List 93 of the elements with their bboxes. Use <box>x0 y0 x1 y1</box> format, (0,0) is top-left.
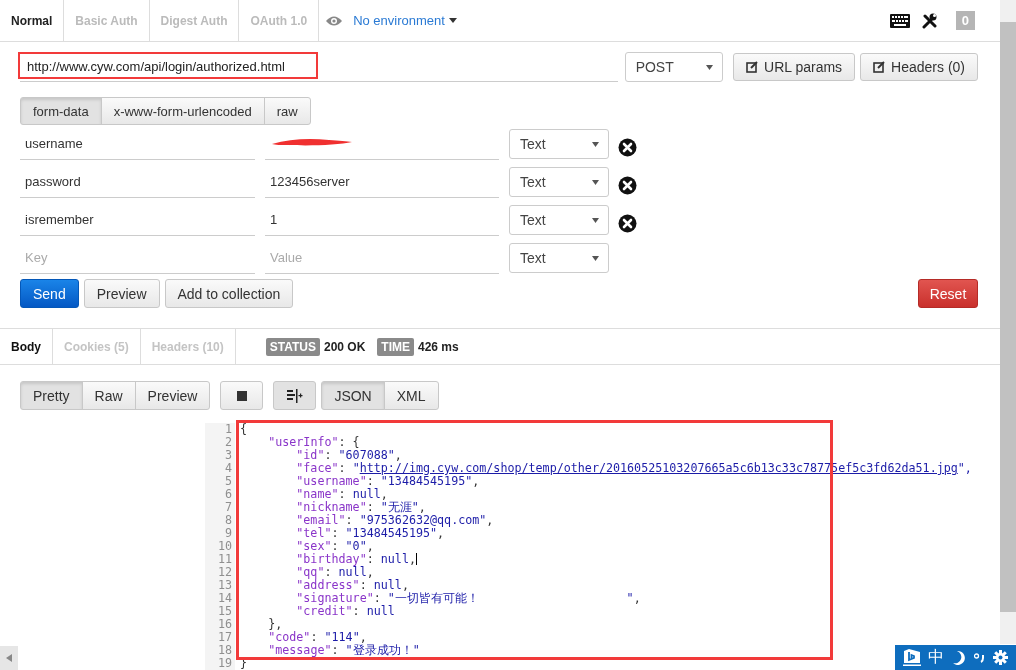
line-number: 8 <box>205 514 235 527</box>
body-mode-tab[interactable]: raw <box>263 97 311 125</box>
fullscreen-button[interactable] <box>220 381 264 410</box>
line-number: 3 <box>205 449 235 462</box>
status-text: 200 OK <box>323 339 366 354</box>
caret-icon <box>592 179 599 185</box>
code-line: "credit": null <box>295 605 395 618</box>
code-line: "username": "13484545195", <box>295 475 480 488</box>
type-dropdown[interactable]: Text <box>509 243 609 273</box>
code-line: "name": null, <box>295 488 388 501</box>
response-tab[interactable]: Body <box>0 329 53 364</box>
code-line: "email": "975362632@qq.com", <box>295 514 494 527</box>
line-number: 12 <box>205 566 235 579</box>
fullscreen-icon <box>235 389 248 402</box>
remove-icon[interactable] <box>618 137 637 157</box>
code-line: "qq": null, <box>295 566 374 579</box>
view-mode-tab[interactable]: Raw <box>81 381 136 410</box>
code-line: "address": null, <box>295 579 409 592</box>
scroll-left-button[interactable] <box>0 646 18 670</box>
line-number: 15 <box>205 605 235 618</box>
code-line: "message": "登录成功！" <box>267 644 420 657</box>
code-line: "sex": "0", <box>295 540 374 553</box>
format-tab[interactable]: XML <box>383 381 439 410</box>
line-number: 2 <box>205 436 235 449</box>
caret-icon <box>448 18 457 23</box>
remove-icon[interactable] <box>618 175 637 195</box>
wrap-lines-button[interactable] <box>273 381 317 410</box>
left-arrow-icon <box>6 654 12 662</box>
code-line: }, <box>267 618 283 631</box>
code-line: "id": "607088", <box>295 449 402 462</box>
line-number: 16 <box>205 618 235 631</box>
caret-icon <box>706 64 713 70</box>
caret-icon <box>592 255 599 261</box>
line-number: 7 <box>205 501 235 514</box>
code-line: "nickname": "无涯", <box>295 501 426 514</box>
input-mode-toggle[interactable]: 中 <box>928 647 945 668</box>
line-number: 14 <box>205 592 235 605</box>
line-number: 9 <box>205 527 235 540</box>
value-field[interactable]: 1 <box>265 204 499 236</box>
toolbar-button[interactable]: Add to collection <box>164 279 294 308</box>
type-dropdown[interactable]: Text <box>509 129 609 159</box>
send-button[interactable]: Send <box>20 279 79 308</box>
caret-icon <box>592 141 599 147</box>
code-line: "tel": "13484545195", <box>295 527 445 540</box>
line-number: 6 <box>205 488 235 501</box>
key-field[interactable]: password <box>20 166 255 198</box>
tools-icon[interactable] <box>921 12 938 29</box>
line-number: 18 <box>205 644 235 657</box>
code-line: "birthday": null, <box>295 553 417 566</box>
keyboard-icon[interactable] <box>889 13 910 28</box>
line-number: 11 <box>205 553 235 566</box>
method-dropdown[interactable]: POST <box>624 52 723 82</box>
value-field[interactable]: 123456server <box>265 166 499 198</box>
wrap-lines-icon <box>286 388 303 403</box>
moon-icon[interactable] <box>952 649 966 666</box>
line-number: 4 <box>205 462 235 475</box>
line-number: 13 <box>205 579 235 592</box>
settings-icon[interactable] <box>993 650 1009 665</box>
line-number: 5 <box>205 475 235 488</box>
time-text: 426 ms <box>418 339 459 354</box>
environment-dropdown[interactable]: No environment <box>353 0 457 41</box>
code-line: "code": "114", <box>267 631 367 644</box>
line-number: 10 <box>205 540 235 553</box>
caret-icon <box>592 217 599 223</box>
edit-icon <box>873 61 886 73</box>
line-number: 17 <box>205 631 235 644</box>
headers-button[interactable]: Headers (0) <box>860 53 978 81</box>
line-number: 1 <box>205 423 235 436</box>
format-tab[interactable]: JSON <box>321 381 385 410</box>
key-field[interactable]: username <box>20 128 255 160</box>
key-field[interactable]: isremember <box>20 204 255 236</box>
status-label: STATUS <box>265 337 320 356</box>
counter-badge: 0 <box>955 11 975 30</box>
type-dropdown[interactable]: Text <box>509 205 609 235</box>
ime-logo-icon[interactable] <box>902 649 921 666</box>
punctuation-icon[interactable] <box>973 652 986 663</box>
type-dropdown[interactable]: Text <box>509 167 609 197</box>
eye-icon <box>325 14 344 27</box>
body-mode-tab[interactable]: form-data <box>20 97 102 125</box>
code-line: "userInfo": { <box>267 436 360 449</box>
remove-icon[interactable] <box>618 213 637 233</box>
line-number: 19 <box>205 657 235 670</box>
code-line: "signature": "一切皆有可能！ ", <box>295 592 641 605</box>
body-mode-tab[interactable]: x-www-form-urlencoded <box>100 97 265 125</box>
reset-button[interactable]: Reset <box>918 279 978 308</box>
toolbar-button[interactable]: Preview <box>83 279 160 308</box>
edit-icon <box>746 61 758 73</box>
time-label: TIME <box>377 337 414 356</box>
url-field[interactable]: http://www.cyw.com/api/login/authorized.html <box>20 52 618 82</box>
view-mode-tab[interactable]: Pretty <box>20 381 83 410</box>
code-line: { <box>239 423 248 436</box>
view-mode-tab[interactable]: Preview <box>134 381 211 410</box>
url-params-button[interactable]: URL params <box>733 53 856 81</box>
